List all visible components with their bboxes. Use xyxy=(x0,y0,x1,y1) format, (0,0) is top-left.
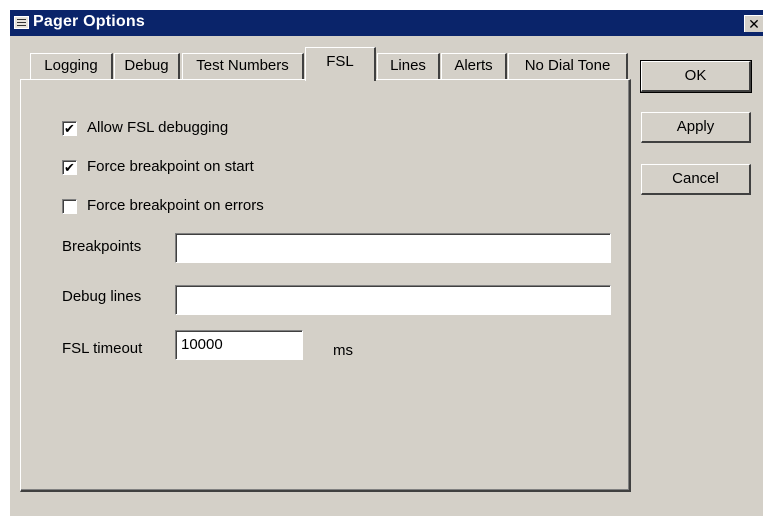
fsl-timeout-label: FSL timeout xyxy=(62,340,143,357)
ok-button[interactable]: OK xyxy=(640,60,752,93)
debug-lines-input[interactable] xyxy=(175,285,611,315)
tab-no-dial-tone[interactable]: No Dial Tone xyxy=(508,53,628,79)
tab-fsl[interactable]: FSL xyxy=(305,47,376,81)
tab-logging[interactable]: Logging xyxy=(30,53,113,79)
breakpoints-label: Breakpoints xyxy=(62,238,142,255)
force-breakpoint-errors-label: Force breakpoint on errors xyxy=(87,197,264,214)
tab-debug[interactable]: Debug xyxy=(114,53,180,79)
apply-button[interactable]: Apply xyxy=(641,112,751,143)
force-breakpoint-start-label: Force breakpoint on start xyxy=(87,158,254,175)
fsl-timeout-input[interactable] xyxy=(175,330,303,360)
tab-lines[interactable]: Lines xyxy=(377,53,440,79)
cancel-button[interactable]: Cancel xyxy=(641,164,751,195)
tab-alerts[interactable]: Alerts xyxy=(441,53,507,79)
close-button[interactable]: ✕ xyxy=(744,15,763,32)
debug-lines-label: Debug lines xyxy=(62,288,142,305)
fsl-timeout-unit: ms xyxy=(333,342,353,359)
window-title: Pager Options xyxy=(33,13,145,30)
breakpoints-input[interactable] xyxy=(175,233,611,263)
allow-fsl-debugging-label: Allow FSL debugging xyxy=(87,119,229,136)
force-breakpoint-start-checkbox[interactable]: ✔ xyxy=(62,160,77,175)
allow-fsl-debugging-checkbox[interactable]: ✔ xyxy=(62,121,77,136)
title-bar[interactable]: Pager Options ✕ xyxy=(10,10,763,36)
force-breakpoint-errors-checkbox[interactable] xyxy=(62,199,77,214)
pager-icon xyxy=(14,16,29,29)
tab-test-numbers[interactable]: Test Numbers xyxy=(182,53,304,79)
